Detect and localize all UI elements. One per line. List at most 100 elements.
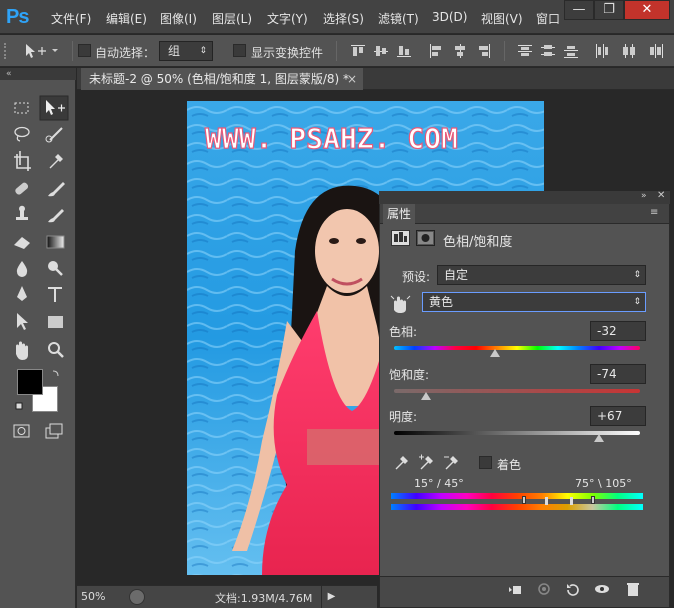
color-range-bar-top[interactable] xyxy=(391,493,643,499)
show-transform-checkbox[interactable] xyxy=(233,44,246,60)
preset-dropdown[interactable]: 自定 ⇕ xyxy=(437,265,646,285)
menu-view[interactable]: 视图(V) xyxy=(481,10,523,27)
status-menu-arrow-icon[interactable]: ▶ xyxy=(321,586,341,608)
align-bottom-icon[interactable] xyxy=(396,43,412,59)
lightness-input[interactable]: +67 xyxy=(590,406,646,426)
menu-bar: Ps 文件(F) 编辑(E) 图像(I) 图层(L) 文字(Y) 选择(S) 滤… xyxy=(0,0,674,34)
reset-icon[interactable] xyxy=(565,582,581,598)
move-tool-preset[interactable] xyxy=(22,41,62,61)
eyedropper-tool-icon xyxy=(49,154,63,169)
range-handle-4[interactable] xyxy=(591,496,595,504)
clone-stamp-tool-icon xyxy=(16,205,28,220)
range-handle-2[interactable] xyxy=(545,497,548,505)
panel-header-strip: » ✕ xyxy=(379,190,670,204)
collapse-panel-icon[interactable]: » xyxy=(641,191,647,201)
panel-menu-icon[interactable]: ≡ xyxy=(650,207,658,218)
saturation-slider-thumb[interactable] xyxy=(420,392,431,400)
distribute-hcenter-icon[interactable] xyxy=(621,43,637,59)
menu-layer[interactable]: 图层(L) xyxy=(212,10,252,27)
eyedropper-add-icon[interactable] xyxy=(418,453,436,471)
grip-handle[interactable] xyxy=(4,43,14,59)
lightness-slider-thumb[interactable] xyxy=(594,434,605,442)
adjustment-icon[interactable] xyxy=(391,230,410,246)
tools-panel: « xyxy=(0,68,76,608)
close-tab-icon[interactable]: × xyxy=(347,68,357,90)
range-right-label: 75° \ 105° xyxy=(575,477,632,490)
panel-footer xyxy=(380,576,669,607)
minimize-button[interactable]: — xyxy=(564,0,594,20)
status-bar: 50% 文档:1.93M/4.76M ▶ xyxy=(77,585,377,608)
colorize-checkbox[interactable] xyxy=(479,456,492,472)
brush-tool-icon xyxy=(48,182,65,197)
distribute-vcenter-icon[interactable] xyxy=(540,43,556,59)
visibility-eye-icon[interactable] xyxy=(593,582,611,596)
updown-icon: ⇕ xyxy=(199,46,207,56)
share-icon[interactable] xyxy=(129,589,145,605)
restore-button[interactable]: ❐ xyxy=(594,0,624,20)
hand-tool-icon xyxy=(16,341,28,360)
align-hcenter-icon[interactable] xyxy=(452,43,468,59)
lightness-label: 明度: xyxy=(389,410,418,424)
options-bar: 自动选择： 组 ⇕ 显示变换控件 xyxy=(0,35,674,67)
distribute-left-icon[interactable] xyxy=(594,43,610,59)
document-info: 文档:1.93M/4.76M xyxy=(215,592,313,605)
hue-input[interactable]: -32 xyxy=(590,321,646,341)
auto-select-checkbox[interactable] xyxy=(78,44,91,60)
hue-slider-track[interactable] xyxy=(394,346,640,350)
menu-type[interactable]: 文字(Y) xyxy=(267,10,308,27)
eyedropper-icon[interactable] xyxy=(393,453,411,471)
menu-image[interactable]: 图像(I) xyxy=(160,10,197,27)
channel-dropdown[interactable]: 黄色 ⇕ xyxy=(422,292,646,312)
auto-select-dropdown[interactable]: 组 ⇕ xyxy=(159,41,213,61)
show-transform-label: 显示变换控件 xyxy=(251,46,324,60)
auto-select-label: 自动选择： xyxy=(95,46,156,60)
menu-file[interactable]: 文件(F) xyxy=(51,10,91,27)
hue-slider-thumb[interactable] xyxy=(490,349,501,357)
panel-tabs: ≡ xyxy=(380,204,669,224)
divider xyxy=(72,41,73,61)
tab-properties[interactable]: 属性 xyxy=(383,204,415,224)
targeted-adjust-hand-icon[interactable] xyxy=(389,292,413,314)
history-brush-tool-icon xyxy=(48,209,64,223)
align-top-icon[interactable] xyxy=(350,43,366,59)
preset-label: 预设: xyxy=(402,270,431,284)
eraser-tool-icon xyxy=(14,237,30,249)
marquee-tool-icon xyxy=(14,102,29,114)
auto-select-value: 组 xyxy=(168,44,181,58)
document-tab[interactable]: 未标题-2 @ 50% (色相/饱和度 1, 图层蒙版/8) * × xyxy=(81,68,363,90)
align-left-icon[interactable] xyxy=(428,43,444,59)
menu-window[interactable]: 窗口 xyxy=(536,10,560,27)
clip-to-layer-icon[interactable] xyxy=(508,583,522,597)
healing-brush-tool-icon xyxy=(15,182,29,195)
distribute-right-icon[interactable] xyxy=(648,43,664,59)
distribute-bottom-icon[interactable] xyxy=(563,43,579,59)
menu-filter[interactable]: 滤镜(T) xyxy=(378,10,419,27)
view-previous-icon[interactable] xyxy=(535,582,553,596)
trash-icon[interactable] xyxy=(626,581,640,597)
colorize-label: 着色 xyxy=(497,458,522,472)
distribute-top-icon[interactable] xyxy=(517,43,533,59)
foreground-color-swatch[interactable] xyxy=(17,369,43,395)
color-range-bar-bottom[interactable] xyxy=(391,504,643,510)
zoom-level[interactable]: 50% xyxy=(81,590,105,603)
type-tool-icon xyxy=(48,287,62,302)
menu-select[interactable]: 选择(S) xyxy=(323,10,364,27)
menu-edit[interactable]: 编辑(E) xyxy=(106,10,147,27)
menu-3d[interactable]: 3D(D) xyxy=(432,10,467,24)
close-panel-icon[interactable]: ✕ xyxy=(657,190,665,201)
saturation-input[interactable]: -74 xyxy=(590,364,646,384)
zoom-tool-icon xyxy=(48,342,60,354)
range-handle-3[interactable] xyxy=(570,497,573,505)
gradient-tool-icon xyxy=(46,235,65,249)
align-vcenter-icon[interactable] xyxy=(373,43,389,59)
eyedropper-subtract-icon[interactable] xyxy=(443,453,461,471)
close-button[interactable]: ✕ xyxy=(624,0,670,20)
mask-icon[interactable] xyxy=(416,230,435,246)
swap-colors-icon xyxy=(52,370,59,377)
divider xyxy=(336,41,337,61)
path-select-tool-icon xyxy=(17,313,28,330)
align-right-icon[interactable] xyxy=(476,43,492,59)
blur-tool-icon xyxy=(16,261,28,277)
lasso-tool-icon xyxy=(14,126,30,138)
range-handle-1[interactable] xyxy=(522,496,526,504)
